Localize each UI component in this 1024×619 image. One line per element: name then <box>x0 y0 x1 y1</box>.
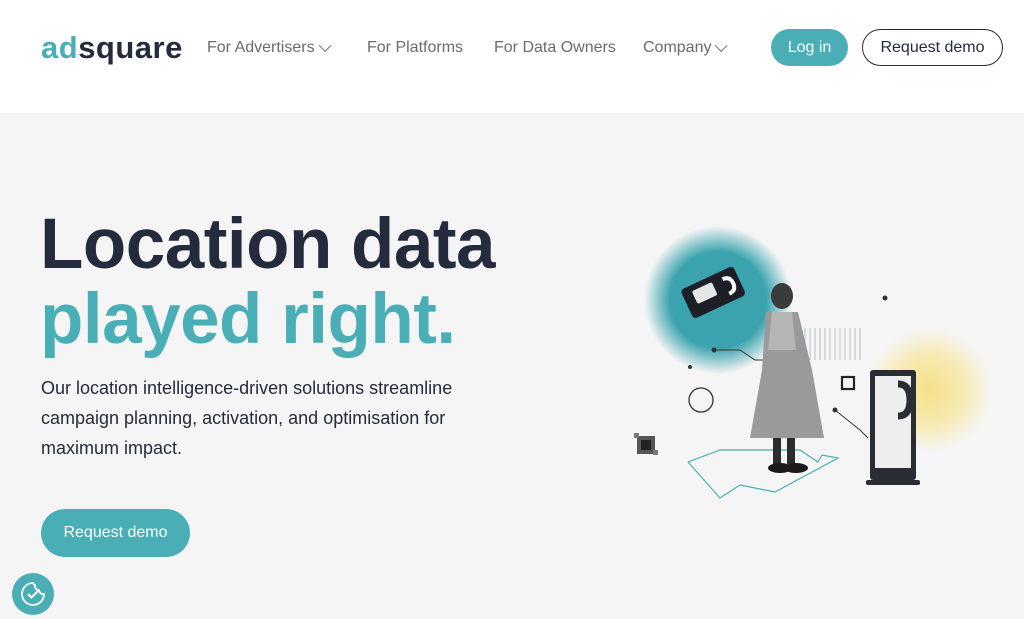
hero-illustration <box>634 226 992 499</box>
nav-item-for-advertisers[interactable]: For Advertisers <box>207 37 332 59</box>
nav-label: For Data Owners <box>494 39 616 56</box>
floor-outline-shape <box>687 449 840 499</box>
hero-title-line1: Location data <box>40 205 496 284</box>
nav-label: Company <box>643 39 712 56</box>
cookie-consent-button[interactable] <box>12 573 54 615</box>
nav-label: For Advertisers <box>207 39 315 56</box>
login-button[interactable]: Log in <box>771 29 848 66</box>
chevron-down-icon <box>715 38 728 52</box>
nav-item-for-platforms[interactable]: For Platforms <box>367 37 463 59</box>
nav-label: For Platforms <box>367 39 464 56</box>
square-outline-shape <box>840 375 856 391</box>
site-header: adsquare For Advertisers For Platforms F… <box>0 0 1024 113</box>
request-demo-button-header[interactable]: Request demo <box>862 29 1003 66</box>
kiosk-screen-shape <box>866 370 920 485</box>
logo-text-square: square <box>78 30 183 65</box>
cookie-consent-icon <box>21 582 45 606</box>
logo-text-ad: ad <box>41 30 79 65</box>
stripe-pattern-shape <box>804 328 861 360</box>
hero-subtitle: Our location intelligence-driven solutio… <box>41 378 453 458</box>
adsquare-logo[interactable]: adsquare <box>41 30 183 66</box>
qr-pixel-shape <box>634 433 658 455</box>
request-demo-button-hero[interactable]: Request demo <box>41 509 190 557</box>
nav-item-for-data-owners[interactable]: For Data Owners <box>494 37 616 59</box>
circle-outline-shape <box>688 387 714 413</box>
chevron-down-icon <box>318 38 332 52</box>
hero-title-line2: played right. <box>40 280 456 359</box>
nav-item-company[interactable]: Company <box>643 37 728 59</box>
